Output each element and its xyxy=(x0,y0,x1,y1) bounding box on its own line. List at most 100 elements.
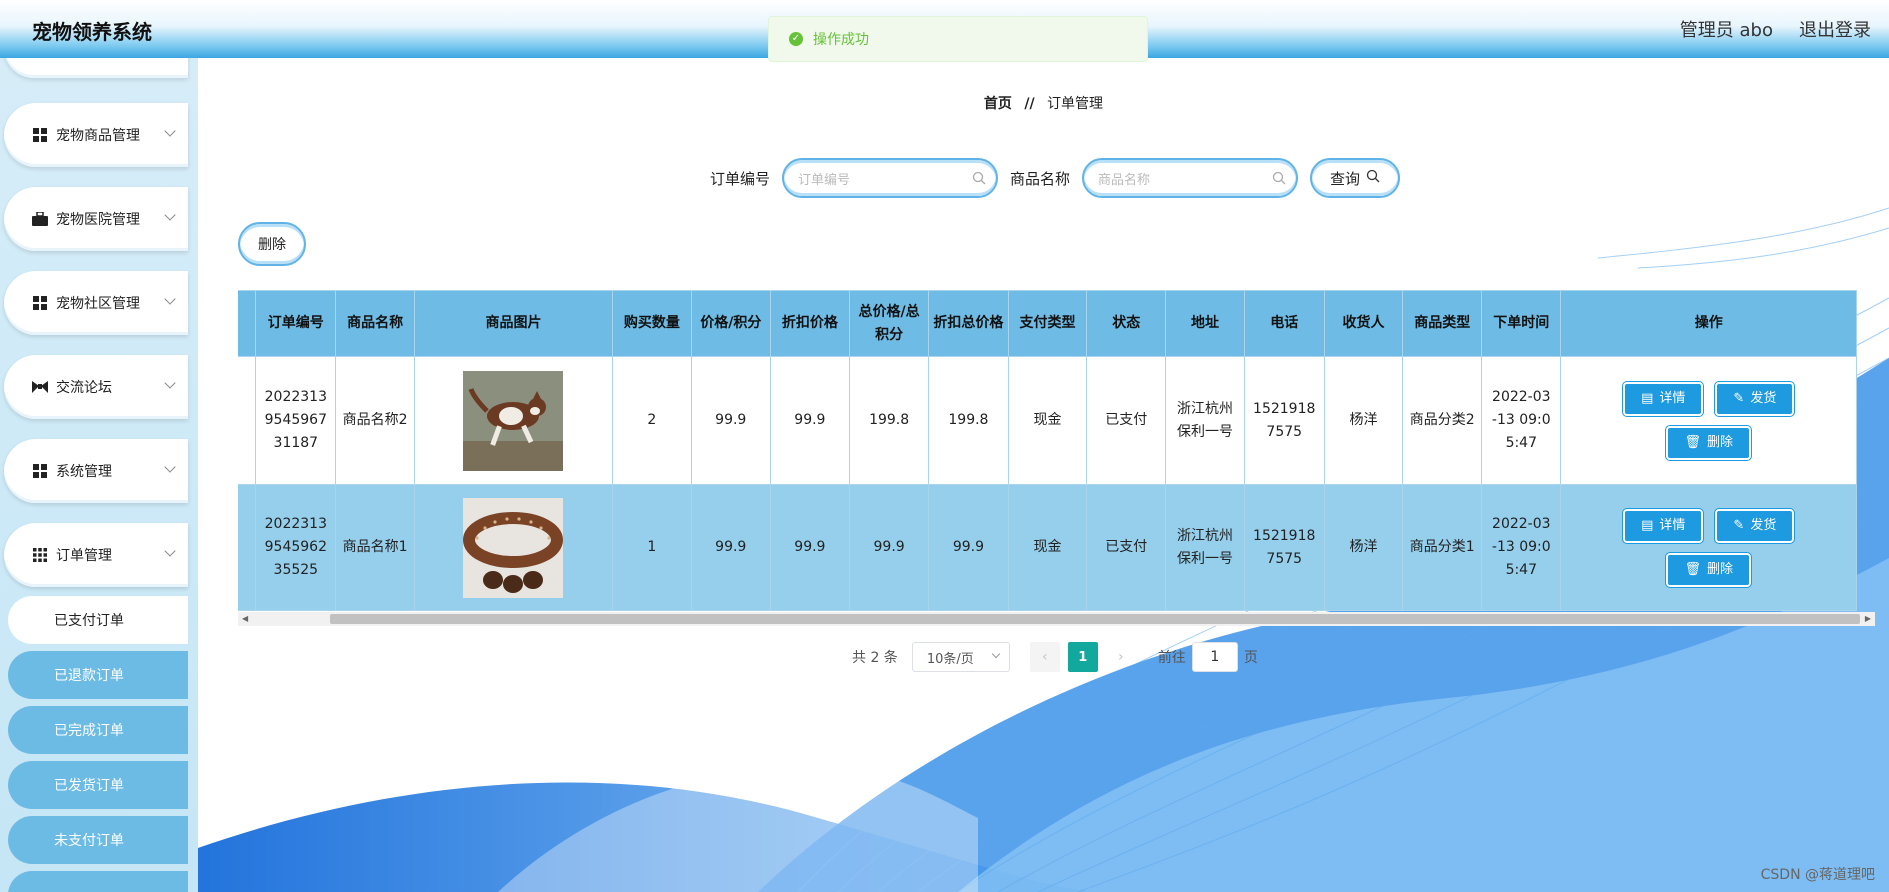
row-select-cell[interactable] xyxy=(238,356,257,485)
total-count: 共 2 条 xyxy=(852,650,898,666)
phone-cell: 1521918 7575 xyxy=(1243,356,1325,485)
pay-type-cell: 现金 xyxy=(1007,484,1088,611)
breadcrumb-home[interactable]: 首页 xyxy=(984,96,1012,112)
scroll-right-icon[interactable]: ▶ xyxy=(1865,614,1871,623)
column-header: 价格/积分 xyxy=(690,290,771,357)
bowtie-icon xyxy=(32,380,48,394)
logout-link[interactable]: 退出登录 xyxy=(1799,16,1871,42)
document-icon: ▤ xyxy=(1641,518,1654,533)
column-header: 商品名称 xyxy=(335,290,415,357)
row-select-cell[interactable] xyxy=(238,484,257,611)
page-size-value: 10条/页 xyxy=(926,651,974,667)
actions-cell: ▤ 详情 ✎ 发货 🗑 删除 xyxy=(1560,484,1857,611)
column-header: 折扣总价格 xyxy=(928,290,1009,357)
sidebar-sub-shipped-orders[interactable]: 已发货订单 xyxy=(8,761,188,809)
goto-page-input[interactable]: 1 xyxy=(1191,642,1238,672)
horizontal-scrollbar[interactable]: ◀ ▶ xyxy=(238,612,1875,626)
sub-item-label: 已退款订单 xyxy=(54,668,124,684)
toast-message: 操作成功 xyxy=(813,32,869,48)
sidebar-sub-completed-orders[interactable]: 已完成订单 xyxy=(8,706,188,754)
trash-icon: 🗑 xyxy=(1684,562,1701,577)
page-number-current[interactable]: 1 xyxy=(1067,642,1098,672)
delete-button[interactable]: 🗑 删除 xyxy=(1665,551,1752,588)
orders-table: 订单编号 商品名称 商品图片 购买数量 价格/积分 折扣价格 总价格/总积分 折… xyxy=(238,290,1875,630)
order-no-label: 订单编号 xyxy=(710,169,771,188)
sidebar-sub-paid-orders[interactable]: 已支付订单 xyxy=(8,596,188,644)
sidebar-item-label: 宠物商品管理 xyxy=(56,128,140,144)
column-header: 下单时间 xyxy=(1481,290,1562,357)
price-cell: 99.9 xyxy=(690,484,771,611)
product-name-input[interactable]: 商品名称 xyxy=(1082,158,1299,198)
page-size-select[interactable]: 10条/页 xyxy=(911,642,1010,672)
ship-button-label: 发货 xyxy=(1750,518,1777,533)
product-image-cell xyxy=(413,356,613,485)
delete-button[interactable]: 🗑 删除 xyxy=(1665,424,1752,461)
sidebar-sub-refunded-orders[interactable]: 已退款订单 xyxy=(8,651,188,699)
address-cell: 浙江杭州保利一号 xyxy=(1165,484,1245,611)
delete-button-label: 删除 xyxy=(1706,562,1733,577)
breadcrumb: 首页 // 订单管理 xyxy=(198,93,1889,113)
phone-cell: 1521918 7575 xyxy=(1243,484,1325,611)
column-header: 状态 xyxy=(1086,290,1167,357)
batch-delete-button[interactable]: 删除 xyxy=(238,222,306,266)
product-name-label: 商品名称 xyxy=(1010,169,1071,188)
category-cell: 商品分类1 xyxy=(1402,484,1483,611)
app-title: 宠物领养系统 xyxy=(32,20,152,44)
sidebar-item-pet-community[interactable]: 宠物社区管理 xyxy=(4,271,188,335)
sidebar-item-pet-products[interactable]: 宠物商品管理 xyxy=(4,103,188,167)
column-header: 操作 xyxy=(1560,290,1857,357)
pagination: 共 2 条 10条/页 ‹ 1 › 前往 1 页 xyxy=(852,642,1258,672)
search-form: 订单编号 订单编号 商品名称 商品名称 查询 xyxy=(710,158,1401,198)
select-column-header[interactable] xyxy=(238,290,257,357)
column-header: 总价格/总积分 xyxy=(848,290,930,357)
next-page-button[interactable]: › xyxy=(1106,642,1136,672)
chevron-down-icon xyxy=(164,293,176,305)
edit-icon: ✎ xyxy=(1733,518,1745,533)
price-cell: 99.9 xyxy=(690,356,771,485)
ship-button[interactable]: ✎ 发货 xyxy=(1714,380,1796,417)
sidebar-sub-partial[interactable] xyxy=(8,871,188,892)
product-name-cell: 商品名称2 xyxy=(335,356,415,485)
current-user[interactable]: 管理员 abo xyxy=(1680,16,1773,42)
order-time-cell: 2022-03 -13 09:0 5:47 xyxy=(1481,356,1562,485)
table-row: 2022313 9545962 35525 商品名称1 1 99.9 99.9 … xyxy=(238,484,1857,611)
receiver-cell: 杨洋 xyxy=(1323,484,1404,611)
prev-page-button[interactable]: ‹ xyxy=(1029,642,1060,672)
product-name-cell: 商品名称1 xyxy=(335,484,415,611)
sidebar-item-orders[interactable]: 订单管理 xyxy=(4,523,188,587)
chevron-down-icon xyxy=(164,545,176,557)
check-circle-icon: ✓ xyxy=(789,32,803,46)
apps-icon xyxy=(32,548,48,562)
sidebar-item-pet-hospital[interactable]: 宠物医院管理 xyxy=(4,187,188,251)
collar-photo xyxy=(463,497,564,598)
column-header: 收货人 xyxy=(1323,290,1404,357)
table-row: 2022313 9545967 31187 商品名称2 2 99.9 99.9 … xyxy=(238,356,1857,485)
dog-photo xyxy=(463,370,564,471)
actions-cell: ▤ 详情 ✎ 发货 🗑 删除 xyxy=(1560,356,1857,485)
sidebar-item-partial[interactable] xyxy=(4,58,188,78)
order-no-input[interactable]: 订单编号 xyxy=(782,158,999,198)
edit-icon: ✎ xyxy=(1733,391,1745,406)
grid-icon xyxy=(32,128,48,142)
quantity-cell: 2 xyxy=(611,356,692,485)
sub-item-label: 已完成订单 xyxy=(54,723,124,739)
sidebar-item-forum[interactable]: 交流论坛 xyxy=(4,355,188,419)
sub-item-label: 已支付订单 xyxy=(54,613,124,629)
detail-button[interactable]: ▤ 详情 xyxy=(1622,380,1705,417)
chevron-down-icon xyxy=(991,649,1001,659)
scroll-left-icon[interactable]: ◀ xyxy=(242,614,248,623)
chevron-down-icon xyxy=(164,377,176,389)
discount-total-cell: 99.9 xyxy=(928,484,1009,611)
column-header: 地址 xyxy=(1165,290,1245,357)
sidebar-item-system[interactable]: 系统管理 xyxy=(4,439,188,503)
order-no-cell: 2022313 9545967 31187 xyxy=(255,356,337,485)
chevron-down-icon xyxy=(164,209,176,221)
scrollbar-thumb[interactable] xyxy=(330,614,1860,624)
ship-button[interactable]: ✎ 发货 xyxy=(1714,507,1796,544)
detail-button[interactable]: ▤ 详情 xyxy=(1622,507,1705,544)
sub-item-label: 未支付订单 xyxy=(54,833,124,849)
query-button[interactable]: 查询 xyxy=(1310,158,1401,198)
column-header: 折扣价格 xyxy=(769,290,850,357)
sidebar-sub-unpaid-orders[interactable]: 未支付订单 xyxy=(8,816,188,864)
ship-button-label: 发货 xyxy=(1750,391,1777,406)
